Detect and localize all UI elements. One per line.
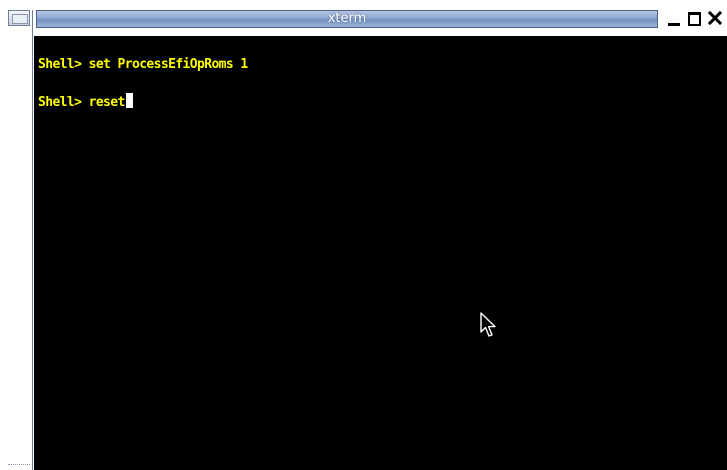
frame-divider bbox=[32, 10, 33, 470]
window-menu-icon-inner bbox=[12, 14, 28, 24]
minimize-icon bbox=[668, 23, 680, 26]
shell-prompt: Shell> bbox=[38, 57, 82, 72]
title-area[interactable]: xterm bbox=[36, 10, 658, 28]
text-cursor bbox=[125, 93, 133, 108]
xterm-window: xterm Shell> set ProcessEfiOpRoms 1 Shel… bbox=[0, 0, 727, 470]
resize-grip[interactable] bbox=[8, 464, 30, 468]
maximize-icon bbox=[688, 12, 701, 26]
close-button[interactable] bbox=[707, 9, 723, 27]
command-text: reset bbox=[81, 95, 126, 110]
mouse-pointer-icon bbox=[480, 312, 496, 337]
shell-prompt: Shell> bbox=[38, 95, 82, 110]
close-icon bbox=[707, 10, 723, 26]
minimize-button[interactable] bbox=[666, 9, 682, 27]
terminal-line: Shell> reset bbox=[38, 93, 133, 111]
window-left-frame bbox=[0, 36, 33, 470]
terminal-line: Shell> set ProcessEfiOpRoms 1 bbox=[38, 57, 248, 73]
terminal-area[interactable]: Shell> set ProcessEfiOpRoms 1 Shell> res… bbox=[34, 36, 727, 470]
window-menu-icon[interactable] bbox=[8, 10, 30, 26]
command-text: set ProcessEfiOpRoms 1 bbox=[81, 57, 249, 72]
maximize-button[interactable] bbox=[686, 9, 702, 27]
title-bar[interactable]: xterm bbox=[0, 0, 727, 36]
window-title: xterm bbox=[327, 11, 367, 26]
